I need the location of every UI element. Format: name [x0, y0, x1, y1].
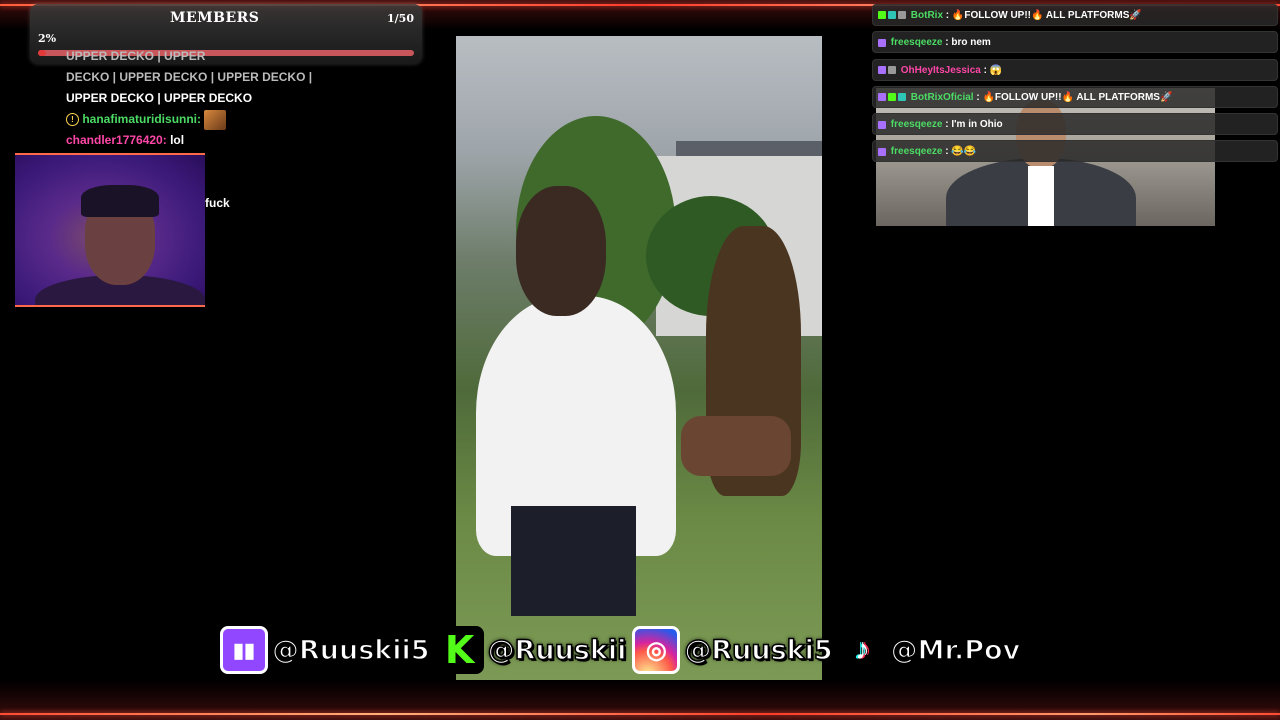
kick-link[interactable]: K @Ruuskii: [435, 626, 627, 674]
chat-message: BotRix : 🔥FOLLOW UP!!🔥 ALL PLATFORMS🚀: [872, 4, 1278, 26]
twitch-badge-icon: [878, 120, 886, 129]
twitch-badge-icon: [878, 147, 886, 156]
mod-badge-icon: [888, 11, 896, 20]
chat-text: 🔥FOLLOW UP!!🔥 ALL PLATFORMS🚀: [982, 91, 1173, 103]
members-count: 1/50: [387, 12, 414, 25]
mod-badge-icon: [888, 93, 896, 102]
chat-username: BotRix: [910, 10, 944, 21]
tiktok-link[interactable]: ♪ @Mr.Pov: [838, 626, 1021, 674]
chat-line: UPPER DECKO | UPPER DECKO: [66, 91, 253, 105]
kick-handle: @Ruuskii: [487, 634, 627, 667]
instagram-icon: ◎: [632, 626, 681, 674]
chat-text: lol: [170, 133, 185, 147]
chat-username: freesqeeze: [890, 119, 943, 131]
chat-line: DECKO | UPPER DECKO | UPPER DECKO |: [66, 70, 313, 84]
bottom-frame-border: [0, 680, 1280, 720]
chat-username: hanafimaturidisunni:: [82, 112, 202, 126]
chat-message: freesqeeze : 😂😂: [872, 140, 1278, 163]
members-progress-fill: [38, 50, 46, 56]
chat-line: UPPER DECKO | UPPER: [66, 49, 206, 63]
kick-icon: K: [435, 626, 484, 674]
chat-username: OhHeyItsJessica: [900, 64, 981, 76]
chat-text: 🔥FOLLOW UP!!🔥 ALL PLATFORMS🚀: [951, 10, 1142, 21]
mod-badge-icon: !: [66, 113, 79, 127]
chat-message: freesqeeze : I'm in Ohio: [872, 113, 1278, 136]
twitch-badge-icon: [878, 65, 886, 74]
twitch-icon: ▮▮: [220, 626, 268, 674]
tiktok-handle: @Mr.Pov: [890, 634, 1021, 667]
chat-text: 😂😂: [951, 146, 977, 158]
instagram-handle: @Ruuski5: [684, 634, 834, 667]
sub-badge-icon: [888, 65, 896, 74]
right-chat: BotRix : 🔥FOLLOW UP!!🔥 ALL PLATFORMS🚀 fr…: [872, 4, 1278, 168]
chat-username: BotRixOficial: [910, 91, 974, 103]
video-player[interactable]: [456, 36, 822, 680]
chat-text: fuck: [205, 196, 230, 210]
chat-message: chandler1776420: lol: [66, 130, 306, 151]
twitch-handle: @Ruuskii5: [271, 634, 430, 667]
twitch-link[interactable]: ▮▮ @Ruuskii5: [220, 626, 430, 674]
twitch-badge-icon: [878, 93, 886, 102]
members-title: MEMBERS: [170, 10, 260, 26]
instagram-link[interactable]: ◎ @Ruuski5: [632, 626, 834, 674]
chat-message: BotRixOficial : 🔥FOLLOW UP!!🔥 ALL PLATFO…: [872, 85, 1278, 108]
chat-username: freesqeeze: [890, 146, 943, 158]
chat-text: I'm in Ohio: [951, 119, 1003, 131]
kick-badge-icon: [878, 11, 886, 20]
members-percent: 2%: [38, 32, 57, 45]
chat-text: 😱: [989, 64, 1003, 76]
social-links-bar: ▮▮ @Ruuskii5 K @Ruuskii ◎ @Ruuski5 ♪ @Mr…: [220, 622, 1026, 678]
bot-badge-icon: [898, 93, 906, 102]
chat-username: chandler1776420:: [66, 133, 167, 147]
bot-badge-icon: [898, 11, 906, 20]
tiktok-icon: ♪: [838, 626, 887, 674]
chat-username: freesqeeze: [890, 37, 943, 49]
emote-icon: [204, 109, 227, 130]
chat-message: freesqeeze : bro nem: [872, 31, 1278, 54]
streamer-webcam: [15, 153, 205, 307]
twitch-badge-icon: [878, 38, 886, 47]
chat-message: ! hanafimaturidisunni:: [66, 109, 306, 130]
chat-text: bro nem: [951, 37, 991, 49]
chat-message: OhHeyItsJessica : 😱: [872, 58, 1278, 81]
